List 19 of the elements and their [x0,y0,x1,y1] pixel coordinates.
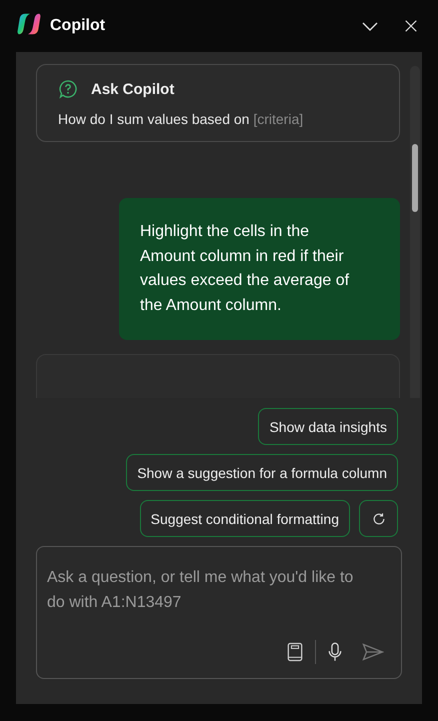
prompt-card[interactable]: Ask Copilot How do I sum values based on [criteria] [36,64,400,142]
input-field[interactable]: Ask a question, or tell me what you'd like to do with A1:N13497 [47,559,384,640]
question-bubble-icon [58,79,78,99]
close-icon [404,19,418,33]
microphone-icon[interactable] [328,642,342,662]
app-logo-icon [16,11,42,37]
scrollbar[interactable] [410,66,420,398]
user-message: Highlight the cells in the Amount column in red if their values exceed the average of the Amount column. [119,198,400,340]
suggestion-chip[interactable]: Suggest conditional formatting [140,500,350,537]
book-icon[interactable] [287,642,303,662]
refresh-button[interactable] [359,500,398,537]
refresh-icon [372,512,386,526]
prompt-text: How do I sum values based on [criteria] [58,111,304,127]
send-icon[interactable] [362,643,384,661]
suggestion-chip[interactable]: Show data insights [258,408,398,445]
message-box[interactable]: Ask a question, or tell me what you'd like to do with A1:N13497 [36,546,402,679]
window-title: Copilot [50,17,106,35]
prompt-title: Ask Copilot [91,80,174,98]
suggestion-chip[interactable]: Show a suggestion for a formula column [126,454,398,491]
